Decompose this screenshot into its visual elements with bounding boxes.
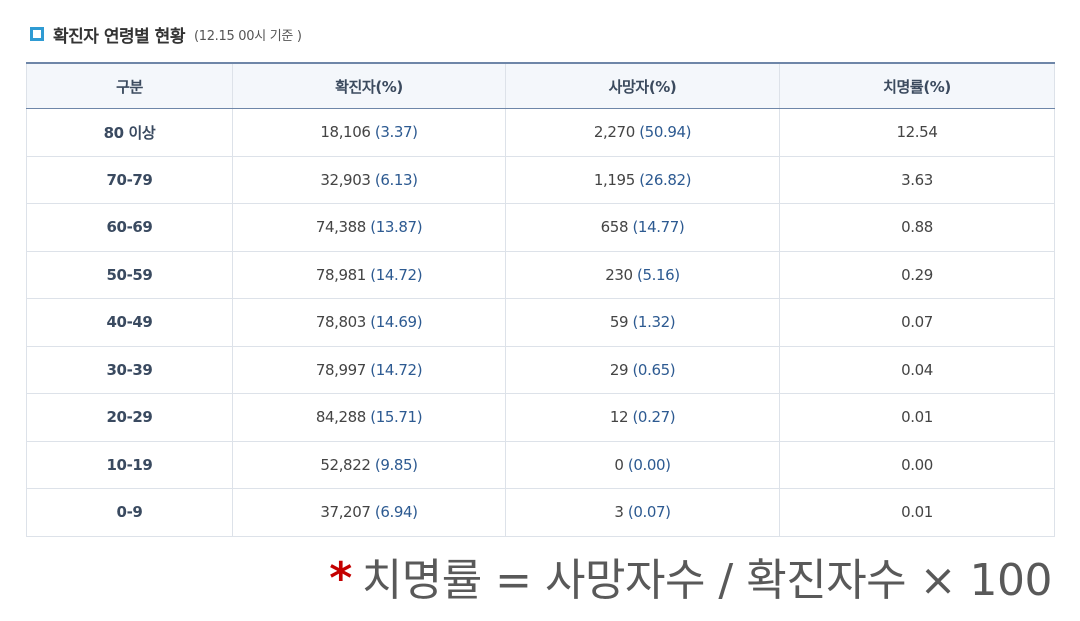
confirmed-cell: 32,903 (6.13) [232,155,506,204]
confirmed-cell: 78,997 (14.72) [232,345,506,394]
table-row: 0-9 37,207 (6.94) 3 (0.07) 0.01 [26,488,1055,537]
fatality-rate-cell: 3.63 [779,155,1055,204]
deaths-count: 2,270 [593,123,635,142]
section-header: 확진자 연령별 현황 (12.15 00시 기준 ) [30,22,302,47]
confirmed-percent: (13.87) [370,218,423,237]
table-row: 70-79 32,903 (6.13) 1,195 (26.82) 3.63 [26,155,1055,204]
deaths-cell: 1,195 (26.82) [505,155,780,204]
deaths-cell: 3 (0.07) [505,488,780,537]
deaths-count: 12 [609,408,629,427]
age-group-cell: 30-39 [26,345,233,394]
confirmed-count: 78,803 [315,313,366,332]
confirmed-count: 78,981 [315,265,366,284]
column-header-category: 구분 [26,62,233,109]
deaths-cell: 12 (0.27) [505,393,780,442]
deaths-percent: (0.00) [627,455,671,474]
formula-text: 치명률 = 사망자수 / 확진자수 × 100 [361,555,1053,606]
confirmed-percent: (14.69) [370,313,423,332]
age-group-cell: 10-19 [26,440,233,489]
deaths-percent: (5.16) [637,265,680,284]
table-header-row: 구분 확진자(%) 사망자(%) 치명률(%) [26,62,1055,109]
table-row: 60-69 74,388 (13.87) 658 (14.77) 0.88 [26,203,1055,252]
table-row: 80 이상 18,106 (3.37) 2,270 (50.94) 12.54 [26,108,1055,157]
confirmed-cell: 78,803 (14.69) [232,298,506,347]
age-group-cell: 0-9 [26,488,233,537]
deaths-cell: 658 (14.77) [505,203,780,252]
fatality-rate-cell: 0.88 [779,203,1055,252]
deaths-percent: (14.77) [632,218,685,237]
column-header-deaths: 사망자(%) [505,62,780,109]
confirmed-count: 74,388 [315,218,366,237]
fatality-rate-cell: 0.07 [779,298,1055,347]
confirmed-percent: (3.37) [374,123,418,142]
confirmed-cell: 37,207 (6.94) [232,488,506,537]
confirmed-cell: 74,388 (13.87) [232,203,506,252]
confirmed-percent: (15.71) [370,408,423,427]
table-row: 20-29 84,288 (15.71) 12 (0.27) 0.01 [26,393,1055,442]
deaths-count: 59 [609,313,629,332]
fatality-rate-cell: 0.01 [779,488,1055,537]
age-group-cell: 70-79 [26,155,233,204]
fatality-rate-cell: 0.29 [779,250,1055,299]
confirmed-count: 52,822 [320,455,371,474]
deaths-cell: 59 (1.32) [505,298,780,347]
table-row: 50-59 78,981 (14.72) 230 (5.16) 0.29 [26,250,1055,299]
fatality-rate-formula: * 치명률 = 사망자수 / 확진자수 × 100 [329,552,1052,610]
confirmed-percent: (9.85) [374,455,418,474]
deaths-count: 658 [600,218,629,237]
section-subtitle: (12.15 00시 기준 ) [193,28,302,44]
deaths-cell: 29 (0.65) [505,345,780,394]
confirmed-cell: 84,288 (15.71) [232,393,506,442]
deaths-percent: (0.27) [632,408,676,427]
fatality-rate-cell: 12.54 [779,108,1055,157]
asterisk-mark: * [329,553,352,604]
square-bullet-icon [30,27,44,41]
deaths-percent: (50.94) [639,123,692,142]
section-title: 확진자 연령별 현황 [53,26,185,47]
deaths-count: 1,195 [593,170,635,189]
deaths-cell: 230 (5.16) [505,250,780,299]
age-group-cell: 60-69 [26,203,233,252]
fatality-rate-cell: 0.04 [779,345,1055,394]
deaths-percent: (26.82) [639,170,692,189]
confirmed-cell: 52,822 (9.85) [232,440,506,489]
confirmed-percent: (14.72) [370,265,423,284]
deaths-count: 3 [614,503,624,522]
column-header-fatality-rate: 치명률(%) [779,62,1055,109]
fatality-rate-cell: 0.01 [779,393,1055,442]
deaths-percent: (0.65) [632,360,676,379]
table-row: 10-19 52,822 (9.85) 0 (0.00) 0.00 [26,440,1055,489]
table-row: 30-39 78,997 (14.72) 29 (0.65) 0.04 [26,345,1055,394]
confirmed-cell: 18,106 (3.37) [232,108,506,157]
confirmed-count: 32,903 [320,170,371,189]
column-header-confirmed: 확진자(%) [232,62,506,109]
deaths-cell: 0 (0.00) [505,440,780,489]
age-group-cell: 50-59 [26,250,233,299]
deaths-percent: (1.32) [632,313,676,332]
deaths-count: 29 [609,360,629,379]
confirmed-cell: 78,981 (14.72) [232,250,506,299]
deaths-count: 0 [614,455,624,474]
fatality-rate-cell: 0.00 [779,440,1055,489]
deaths-percent: (0.07) [627,503,671,522]
age-group-cell: 20-29 [26,393,233,442]
confirmed-count: 84,288 [315,408,366,427]
table-row: 40-49 78,803 (14.69) 59 (1.32) 0.07 [26,298,1055,347]
age-stats-table: 구분 확진자(%) 사망자(%) 치명률(%) 80 이상 18,106 (3.3… [26,62,1055,537]
deaths-count: 230 [605,265,633,284]
confirmed-count: 18,106 [320,123,371,142]
confirmed-percent: (6.94) [374,503,418,522]
confirmed-count: 78,997 [315,360,366,379]
deaths-cell: 2,270 (50.94) [505,108,780,157]
age-group-cell: 80 이상 [26,108,233,157]
confirmed-percent: (6.13) [374,170,418,189]
confirmed-count: 37,207 [320,503,371,522]
age-group-cell: 40-49 [26,298,233,347]
confirmed-percent: (14.72) [370,360,423,379]
